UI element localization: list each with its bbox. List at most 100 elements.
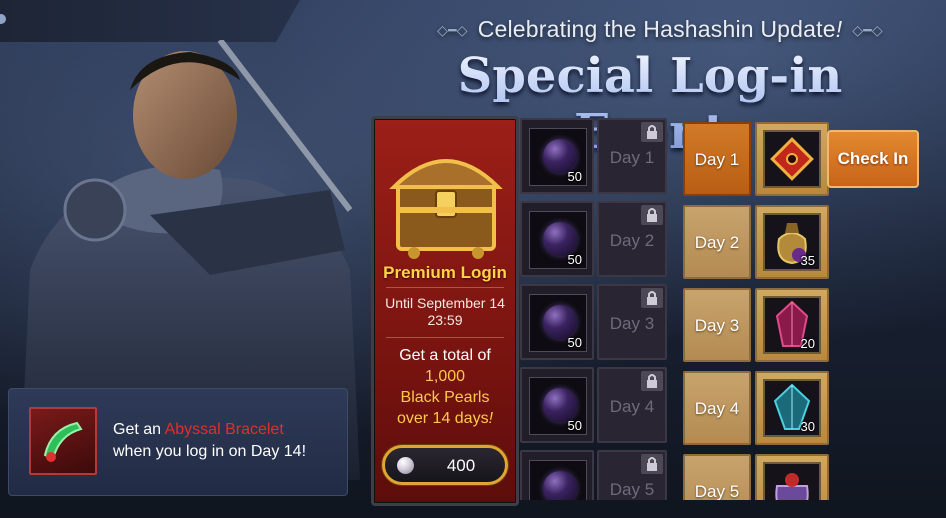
- black-pearl-icon: [543, 305, 577, 339]
- banner-text: Get an Abyssal Bracelet when you log in …: [113, 419, 343, 463]
- desc-bang: !: [488, 410, 494, 427]
- menu-dot-icon[interactable]: [0, 14, 6, 24]
- day-tile: Day 2: [683, 205, 751, 279]
- lock-icon: [641, 454, 663, 474]
- free-reward-slot[interactable]: 20: [755, 288, 829, 362]
- premium-reward-slot[interactable]: 50: [520, 118, 594, 194]
- abyssal-bracelet-icon: [29, 407, 97, 475]
- day-label: Day 3: [609, 314, 655, 333]
- bonus-reward-banner: Get an Abyssal Bracelet when you log in …: [8, 388, 348, 496]
- lock-icon: [641, 205, 663, 225]
- reward-count: 50: [567, 335, 582, 350]
- day-tile: Day 4: [683, 371, 751, 445]
- reward-frame: 30: [763, 379, 821, 437]
- free-reward-slot[interactable]: 35: [755, 205, 829, 279]
- premium-reward-row: Day 5: [519, 450, 669, 500]
- day-label: Day 1: [609, 148, 655, 167]
- desc-amount: 1,000: [424, 368, 466, 385]
- reward-frame: 35: [763, 213, 821, 271]
- free-reward-row: Day 5: [681, 454, 931, 500]
- premium-reward-row: 50 Day 2: [519, 201, 669, 277]
- premium-title: Premium Login: [383, 263, 507, 282]
- black-pearl-icon: [543, 222, 577, 256]
- premium-reward-slot[interactable]: 50: [520, 367, 594, 443]
- deadline-time: 23:59: [427, 312, 463, 328]
- reward-frame: [763, 462, 821, 500]
- divider: [386, 337, 504, 338]
- reward-count: 20: [800, 336, 815, 351]
- reward-frame: 50: [529, 377, 587, 435]
- reward-count: 50: [567, 169, 582, 184]
- lock-icon: [641, 288, 663, 308]
- free-reward-row: Day 1 Check In: [681, 122, 931, 196]
- desc-line: over 14 days!: [374, 408, 516, 429]
- premium-reward-slot[interactable]: 50: [520, 201, 594, 277]
- event-background: ◇━◇ Celebrating the Hashashin Update! ◇━◇ …: [0, 0, 946, 518]
- gift-bag-icon: [775, 473, 809, 500]
- day-tile-active: Day 1: [683, 122, 751, 196]
- lock-icon: [641, 371, 663, 391]
- premium-reward-slot[interactable]: [520, 450, 594, 500]
- premium-reward-list: 50 Day 1 50 Day 2 50 Day 3 50 Day 4 Day …: [519, 118, 669, 500]
- day-label: Day 5: [609, 480, 655, 499]
- desc-duration: over 14 days: [396, 410, 489, 427]
- premium-reward-row: 50 Day 1: [519, 118, 669, 194]
- premium-login-panel: Premium Login Until September 14 23:59 G…: [371, 116, 519, 506]
- pearl-icon: [397, 457, 414, 474]
- ornament-left-icon: ◇━◇: [437, 22, 468, 39]
- premium-day-tile: Day 1: [597, 118, 667, 194]
- reward-count: 30: [800, 419, 815, 434]
- free-reward-slot[interactable]: [755, 454, 829, 500]
- subtitle-text: Celebrating the Hashashin Update: [477, 16, 836, 42]
- day-label: Day 4: [694, 399, 740, 418]
- reward-count: 50: [567, 418, 582, 433]
- premium-deadline: Until September 14 23:59: [374, 295, 516, 329]
- buy-premium-button[interactable]: 400: [382, 445, 508, 485]
- ornament-right-icon: ◇━◇: [852, 22, 883, 39]
- desc-line: Get a total of: [399, 347, 491, 364]
- reward-count: 50: [567, 252, 582, 267]
- free-reward-row: Day 2 35: [681, 205, 931, 279]
- premium-day-tile: Day 4: [597, 367, 667, 443]
- black-pearl-icon: [543, 388, 577, 422]
- free-reward-slot[interactable]: [755, 122, 829, 196]
- day-label: Day 5: [694, 482, 740, 500]
- reward-frame: 50: [529, 211, 587, 269]
- day-tile: Day 3: [683, 288, 751, 362]
- deadline-date: Until September 14: [385, 295, 505, 311]
- day-label: Day 1: [694, 150, 740, 169]
- divider: [386, 287, 504, 288]
- day-label: Day 2: [609, 231, 655, 250]
- day-label: Day 3: [694, 316, 740, 335]
- reward-frame: [763, 130, 821, 188]
- reward-frame: 50: [529, 128, 587, 186]
- pearl-price: 400: [446, 456, 476, 475]
- black-pearl-icon: [543, 471, 577, 500]
- premium-day-tile: Day 3: [597, 284, 667, 360]
- day-label: Day 2: [694, 233, 740, 252]
- free-reward-slot[interactable]: 30: [755, 371, 829, 445]
- free-reward-row: Day 4 30: [681, 371, 931, 445]
- reward-frame: [529, 460, 587, 500]
- black-pearl-icon: [543, 139, 577, 173]
- premium-reward-row: 50 Day 3: [519, 284, 669, 360]
- free-reward-row: Day 3 20: [681, 288, 931, 362]
- premium-day-tile: Day 5: [597, 450, 667, 500]
- top-bar: [0, 0, 300, 42]
- banner-item-name: Abyssal Bracelet: [164, 421, 284, 438]
- red-gem-pendant-icon: [770, 137, 814, 181]
- desc-item: Black Pearls: [400, 389, 490, 406]
- banner-text-post: when you log in on Day 14!: [113, 443, 307, 460]
- lock-icon: [641, 122, 663, 142]
- treasure-chest-icon: [389, 159, 503, 259]
- subtitle-bang: !: [835, 16, 843, 42]
- check-in-button[interactable]: Check In: [827, 130, 919, 188]
- day-label: Day 4: [609, 397, 655, 416]
- reward-frame: 20: [763, 296, 821, 354]
- free-reward-list: Day 1 Check In Day 2 35 Day 3 20 Day 4 3…: [681, 122, 931, 500]
- banner-text-pre: Get an: [113, 421, 165, 438]
- day-tile: Day 5: [683, 454, 751, 500]
- reward-frame: 50: [529, 294, 587, 352]
- premium-day-tile: Day 2: [597, 201, 667, 277]
- premium-reward-slot[interactable]: 50: [520, 284, 594, 360]
